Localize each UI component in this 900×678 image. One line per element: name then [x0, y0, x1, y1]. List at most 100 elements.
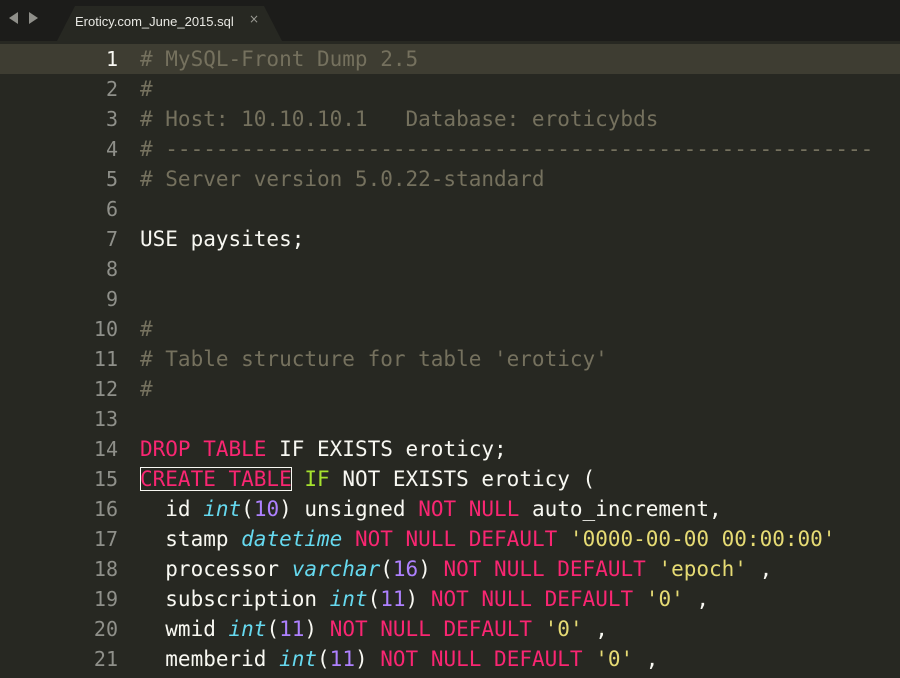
code-line[interactable]: 5 # Server version 5.0.22-standard [0, 164, 900, 194]
token-keyword: NOT NULL [418, 497, 520, 521]
token-plain: IF EXISTS eroticy; [266, 437, 507, 461]
code-editor[interactable]: 1 # MySQL-Front Dump 2.5 2 # 3 # Host: 10.10.… [0, 44, 900, 678]
token-green: IF [304, 467, 330, 491]
token-number: 11 [380, 587, 406, 611]
code-text[interactable]: wmid int(11) NOT NULL DEFAULT '0' , [140, 614, 608, 644]
code-text[interactable]: subscription int(11) NOT NULL DEFAULT '0… [140, 584, 709, 614]
token-plain: , [746, 557, 773, 581]
token-comment: # --------------------------------------… [140, 137, 874, 161]
code-line[interactable]: 15 CREATE TABLE IF NOT EXISTS eroticy ( [0, 464, 900, 494]
token-type: int [329, 587, 368, 611]
code-line[interactable]: 11 # Table structure for table 'eroticy' [0, 344, 900, 374]
code-text[interactable]: memberid int(11) NOT NULL DEFAULT '0' , [140, 644, 658, 674]
token-keyword: NOT NULL DEFAULT [443, 557, 646, 581]
token-number: 16 [392, 557, 419, 581]
code-text[interactable]: # Table structure for table 'eroticy' [140, 344, 608, 374]
close-icon[interactable]: × [249, 12, 259, 26]
code-line[interactable]: 14 DROP TABLE IF EXISTS eroticy; [0, 434, 900, 464]
code-line[interactable]: 10 # [0, 314, 900, 344]
tab-bar: Eroticy.com_June_2015.sql × [0, 0, 900, 41]
token-plain: memberid [140, 647, 280, 671]
code-line[interactable]: 7 USE paysites; [0, 224, 900, 254]
code-text[interactable]: processor varchar(16) NOT NULL DEFAULT '… [140, 554, 772, 584]
line-number: 18 [93, 557, 118, 581]
token-plain: ( [367, 587, 381, 611]
token-plain: wmid [140, 617, 229, 641]
line-number: 13 [93, 407, 118, 431]
token-keyword: NOT NULL DEFAULT [354, 527, 558, 551]
code-line[interactable]: 8 [0, 254, 900, 284]
code-line[interactable]: 19 subscription int(11) NOT NULL DEFAULT… [0, 584, 900, 614]
code-line[interactable]: 18 processor varchar(16) NOT NULL DEFAUL… [0, 554, 900, 584]
token-comment: # [140, 77, 153, 101]
line-number: 3 [105, 107, 118, 131]
token-comment: # Server version 5.0.22-standard [140, 167, 545, 191]
code-text[interactable]: # Server version 5.0.22-standard [140, 164, 545, 194]
token-type: int [203, 497, 242, 521]
file-tab-label[interactable]: Eroticy.com_June_2015.sql [75, 14, 234, 29]
token-string: 'epoch' [658, 557, 747, 581]
token-plain: ( [317, 647, 330, 671]
line-number: 1 [0, 44, 118, 74]
code-text[interactable]: # Host: 10.10.10.1 Database: eroticybds [140, 104, 658, 134]
token-plain: , [683, 587, 710, 611]
code-text[interactable]: USE paysites; [140, 224, 304, 254]
code-line[interactable]: 21 memberid int(11) NOT NULL DEFAULT '0'… [0, 644, 900, 674]
code-line[interactable]: 20 wmid int(11) NOT NULL DEFAULT '0' , [0, 614, 900, 644]
code-text[interactable]: id int(10) unsigned NOT NULL auto_increm… [140, 494, 722, 524]
line-number: 19 [93, 587, 118, 611]
code-line[interactable]: 9 [0, 284, 900, 314]
line-number: 15 [93, 467, 118, 491]
line-number: 9 [105, 287, 118, 311]
code-text[interactable]: CREATE TABLE IF NOT EXISTS eroticy ( [140, 464, 595, 494]
token-string: '0000-00-00 00:00:00' [569, 527, 836, 551]
code-line[interactable]: 2 # [0, 74, 900, 104]
token-comment: # Table structure for table 'eroticy' [140, 347, 608, 371]
token-plain: subscription [140, 587, 330, 611]
token-type: int [279, 647, 318, 671]
chevron-left-icon[interactable] [9, 12, 18, 24]
token-comment: # [140, 377, 153, 401]
line-number: 16 [93, 497, 118, 521]
code-text[interactable]: # [140, 314, 153, 344]
token-plain: ) [354, 647, 381, 671]
line-number: 21 [93, 647, 118, 671]
token-plain: USE paysites; [140, 227, 305, 251]
code-text[interactable]: # MySQL-Front Dump 2.5 [140, 44, 418, 74]
token-number: 10 [253, 497, 280, 521]
line-number: 6 [105, 197, 118, 221]
code-line[interactable]: 13 [0, 404, 900, 434]
code-line[interactable]: 12 # [0, 374, 900, 404]
token-string: '0' [544, 617, 583, 641]
token-type: int [228, 617, 267, 641]
token-plain: ) [405, 587, 431, 611]
token-plain: , [582, 617, 608, 641]
code-text[interactable]: # [140, 374, 153, 404]
token-plain: ) [304, 617, 330, 641]
token-plain: processor [140, 557, 292, 581]
token-plain: ( [380, 557, 393, 581]
code-line[interactable]: 6 [0, 194, 900, 224]
code-line[interactable]: 1 # MySQL-Front Dump 2.5 [0, 44, 900, 74]
code-line[interactable]: 3 # Host: 10.10.10.1 Database: eroticybds [0, 104, 900, 134]
token-plain: NOT EXISTS eroticy ( [329, 467, 596, 491]
code-text[interactable]: # --------------------------------------… [140, 134, 873, 164]
chevron-right-icon[interactable] [29, 12, 38, 24]
code-line[interactable]: 4 # -------------------------------------… [0, 134, 900, 164]
code-text[interactable]: DROP TABLE IF EXISTS eroticy; [140, 434, 507, 464]
token-plain: ) [418, 557, 444, 581]
code-text[interactable]: # [140, 74, 153, 104]
token-plain: auto_increment, [519, 497, 722, 521]
token-number: 11 [279, 617, 305, 641]
token-keyword: DROP TABLE [140, 437, 267, 461]
token-keyword: NOT NULL DEFAULT [329, 617, 532, 641]
code-line[interactable]: 16 id int(10) unsigned NOT NULL auto_inc… [0, 494, 900, 524]
code-text[interactable]: stamp datetime NOT NULL DEFAULT '0000-00… [140, 524, 835, 554]
code-line[interactable]: 17 stamp datetime NOT NULL DEFAULT '0000… [0, 524, 900, 554]
